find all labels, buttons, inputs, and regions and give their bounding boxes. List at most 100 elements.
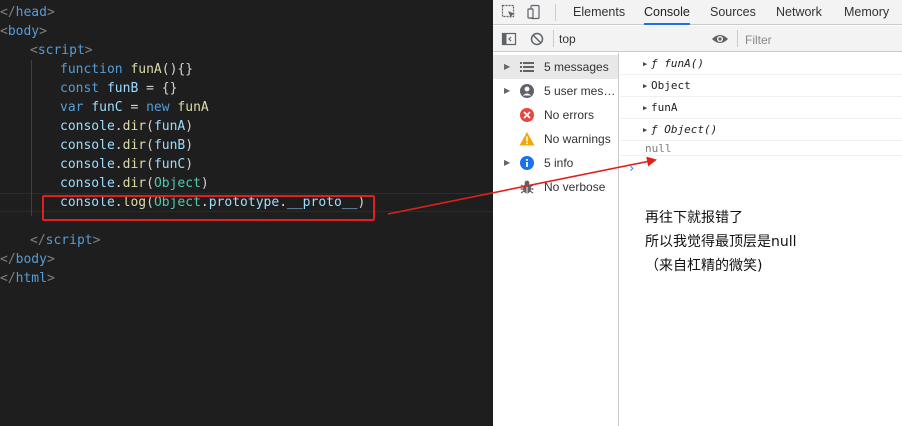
toolbar-divider <box>555 4 556 21</box>
clear-console-icon[interactable] <box>529 31 545 47</box>
code-line: console.dir(funA) <box>60 117 193 136</box>
sidebar-item-label: No warnings <box>544 132 611 146</box>
console-message-text: ƒ Object() <box>651 123 718 136</box>
code-token: . <box>114 176 123 191</box>
code-token: funB <box>153 138 186 153</box>
console-message[interactable]: ▶ Object <box>620 75 902 97</box>
code-token: ( <box>146 176 154 191</box>
device-toolbar-icon[interactable] <box>527 4 543 20</box>
tab-memory[interactable]: Memory <box>844 0 889 25</box>
code-token: > <box>46 5 55 20</box>
annotation-line: 再往下就报错了 <box>645 210 743 226</box>
sidebar-item-list[interactable]: ▶ 5 messages <box>493 55 618 79</box>
sidebar-item-error[interactable]: No errors <box>493 103 618 127</box>
code-token: dir <box>122 176 147 191</box>
code-token: html <box>15 271 47 286</box>
sidebar-item-label: No errors <box>544 108 595 122</box>
sidebar-item-label: 5 messages <box>544 60 609 74</box>
code-token: > <box>39 24 47 39</box>
expand-arrow-icon[interactable]: ▶ <box>643 97 647 119</box>
expand-arrow-icon[interactable]: ▶ <box>643 75 647 97</box>
tab-elements[interactable]: Elements <box>573 0 625 25</box>
code-line: </script> <box>30 231 100 250</box>
error-icon <box>519 107 535 123</box>
context-value: top <box>559 32 576 46</box>
code-token: body <box>7 24 40 39</box>
console-message-text: null <box>645 142 672 155</box>
warning-icon <box>519 131 535 147</box>
code-token: > <box>46 252 55 267</box>
toolbar-divider <box>737 30 738 47</box>
code-token: > <box>84 43 93 58</box>
code-token: ) <box>200 176 209 191</box>
indent-guide <box>31 60 32 216</box>
console-message-text: ƒ funA() <box>651 57 704 70</box>
console-prompt-icon[interactable]: › <box>628 161 635 175</box>
code-token: ) <box>185 138 194 153</box>
code-token: funB <box>106 81 139 96</box>
code-token: new <box>146 100 178 115</box>
console-message-text: Object <box>651 79 691 92</box>
code-token: = {} <box>138 81 178 96</box>
code-line: console.dir(funC) <box>60 155 193 174</box>
code-line: var funC = new funA <box>60 98 209 117</box>
expand-arrow-icon[interactable]: ▶ <box>643 119 647 141</box>
code-token: < <box>30 43 38 58</box>
inspect-element-icon[interactable] <box>501 4 517 20</box>
sidebar-toggle-icon[interactable] <box>501 31 517 47</box>
console-toolbar: top ▼ <box>493 26 902 52</box>
expand-arrow-icon[interactable]: ▶ <box>643 53 647 75</box>
code-token: var <box>60 100 92 115</box>
code-line: </head> <box>0 3 55 22</box>
code-token: const <box>60 81 107 96</box>
code-token: </ <box>30 233 46 248</box>
annotation-text: 再往下就报错了 所以我觉得最顶层是null （来自杠精的微笑) <box>645 206 895 278</box>
sidebar-item-bug[interactable]: No verbose <box>493 175 618 199</box>
code-editor[interactable]: </head> <body> <script> function funA(){} co… <box>0 0 493 426</box>
annotation-line: （来自杠精的微笑) <box>645 258 763 274</box>
sidebar-item-label: 5 user messages <box>544 84 616 98</box>
expand-arrow-icon[interactable]: ▶ <box>504 151 510 175</box>
eye-icon[interactable] <box>711 31 728 47</box>
console-message-text: funA <box>651 101 678 114</box>
console-message[interactable]: ▶ funA <box>620 97 902 119</box>
list-icon <box>519 59 535 75</box>
tab-console[interactable]: Console <box>644 0 690 25</box>
code-token: console <box>60 119 115 134</box>
code-line: function funA(){} <box>60 60 193 79</box>
console-message[interactable]: ▶ ƒ funA() <box>620 53 902 75</box>
code-token: dir <box>122 157 147 172</box>
code-token: body <box>15 252 47 267</box>
code-token: head <box>15 5 47 20</box>
sidebar-item-warning[interactable]: No warnings <box>493 127 618 151</box>
code-line: console.dir(Object) <box>60 174 209 193</box>
code-token: Object <box>153 176 201 191</box>
code-token: ) <box>185 157 194 172</box>
code-token: script <box>45 233 93 248</box>
console-message[interactable]: ▶ ƒ Object() <box>620 119 902 141</box>
code-token: > <box>46 271 55 286</box>
code-line: </body> <box>0 250 55 269</box>
code-token: (){} <box>161 62 194 77</box>
annotation-line: 所以我觉得最顶层是null <box>645 234 797 250</box>
code-token: console <box>60 157 115 172</box>
code-token: script <box>37 43 85 58</box>
sidebar-item-info[interactable]: ▶ 5 info <box>493 151 618 175</box>
console-sidebar: ▶ 5 messages ▶ 5 user messages No errors No w… <box>493 53 619 426</box>
code-token: funA <box>130 62 162 77</box>
highlight-box <box>42 195 375 221</box>
expand-arrow-icon[interactable]: ▶ <box>504 79 510 103</box>
code-token: funA <box>177 100 209 115</box>
console-message: null <box>620 142 902 156</box>
sidebar-item-label: No verbose <box>544 180 606 194</box>
sidebar-item-user[interactable]: ▶ 5 user messages <box>493 79 618 103</box>
user-icon <box>519 83 535 99</box>
expand-arrow-icon[interactable]: ▶ <box>504 55 510 79</box>
context-selector[interactable]: top ▼ <box>559 30 729 48</box>
code-token: = <box>122 100 147 115</box>
tab-sources[interactable]: Sources <box>710 0 756 25</box>
filter-input[interactable] <box>745 30 895 49</box>
tab-network[interactable]: Network <box>776 0 822 25</box>
toolbar-divider <box>553 30 554 47</box>
code-line: const funB = {} <box>60 79 177 98</box>
